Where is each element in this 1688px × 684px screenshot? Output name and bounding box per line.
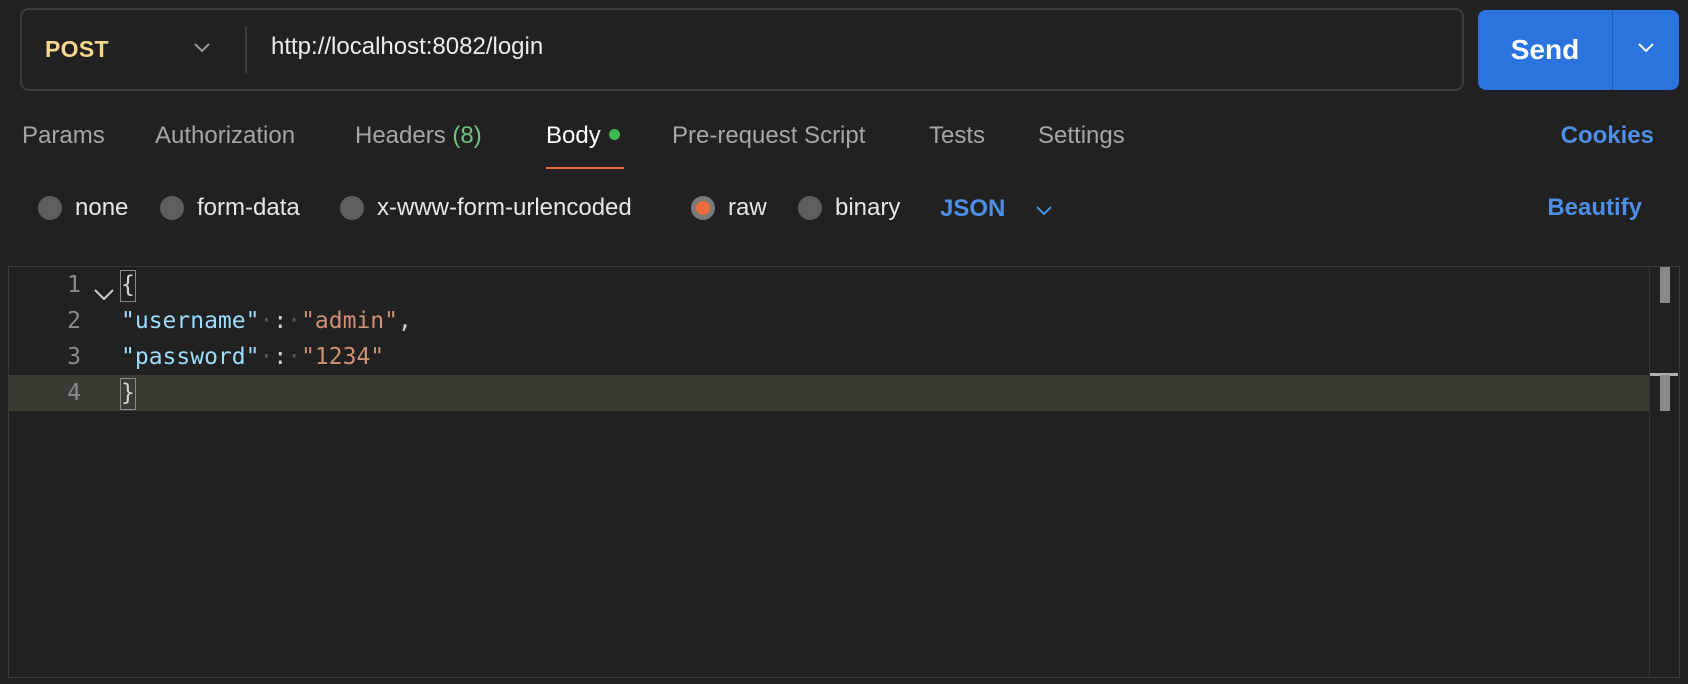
scrollbar-marker bbox=[1660, 267, 1670, 303]
tab-tests[interactable]: Tests bbox=[929, 122, 985, 150]
code-text: "username"·:·"admin", bbox=[121, 308, 412, 334]
json-value: "1234" bbox=[301, 344, 385, 370]
tab-prerequest-script[interactable]: Pre-request Script bbox=[672, 122, 865, 150]
json-key: "password" bbox=[121, 344, 260, 370]
tab-body-label: Body bbox=[546, 122, 601, 149]
body-type-selector: none form-data x-www-form-urlencoded raw… bbox=[0, 186, 1688, 234]
format-label: JSON bbox=[940, 195, 1006, 222]
radio-label: raw bbox=[728, 194, 767, 221]
request-bar: POST bbox=[20, 8, 1464, 91]
radio-label: x-www-form-urlencoded bbox=[377, 194, 632, 221]
code-text: "password"·:·"1234" bbox=[121, 344, 385, 370]
line-number: 1 bbox=[67, 272, 81, 298]
chevron-down-icon bbox=[193, 41, 211, 59]
send-button-group: Send bbox=[1478, 10, 1679, 90]
tab-headers-label: Headers bbox=[355, 122, 446, 149]
close-brace: } bbox=[120, 377, 136, 410]
tab-headers[interactable]: Headers (8) bbox=[355, 122, 482, 150]
json-value: "admin" bbox=[301, 308, 398, 334]
radio-binary[interactable]: binary bbox=[798, 194, 900, 222]
open-brace: { bbox=[120, 269, 136, 302]
code-editor[interactable]: 1 { 2 "username"·:·"admin", 3 "password"… bbox=[8, 266, 1680, 678]
send-options-button[interactable] bbox=[1613, 10, 1679, 90]
url-input[interactable] bbox=[247, 10, 1462, 89]
method-select[interactable]: POST bbox=[22, 10, 245, 89]
radio-button[interactable] bbox=[38, 196, 62, 220]
radio-button[interactable] bbox=[340, 196, 364, 220]
radio-label: form-data bbox=[197, 194, 300, 221]
scrollbar-marker bbox=[1660, 375, 1670, 411]
radio-button-checked[interactable] bbox=[691, 196, 715, 220]
body-indicator-dot bbox=[608, 129, 620, 141]
editor-line: 1 { bbox=[9, 267, 1649, 303]
tab-body[interactable]: Body bbox=[546, 122, 620, 150]
beautify-button[interactable]: Beautify bbox=[1547, 194, 1642, 222]
radio-raw[interactable]: raw bbox=[691, 194, 767, 222]
radio-label: binary bbox=[835, 194, 901, 221]
line-number: 3 bbox=[67, 344, 81, 370]
radio-button[interactable] bbox=[160, 196, 184, 220]
cookies-link[interactable]: Cookies bbox=[1561, 122, 1654, 150]
code-text: { bbox=[120, 267, 136, 303]
line-number: 2 bbox=[67, 308, 81, 334]
line-number: 4 bbox=[67, 380, 81, 406]
code-text: } bbox=[120, 375, 136, 411]
request-tabs: Params Authorization Headers (8) Body Pr… bbox=[0, 108, 1688, 172]
format-select[interactable]: JSON bbox=[940, 194, 1053, 224]
send-button[interactable]: Send bbox=[1478, 10, 1612, 90]
editor-line: 2 "username"·:·"admin", bbox=[9, 303, 1649, 339]
tab-settings[interactable]: Settings bbox=[1038, 122, 1125, 150]
editor-scrollbar[interactable] bbox=[1649, 267, 1680, 677]
radio-urlencoded[interactable]: x-www-form-urlencoded bbox=[340, 194, 632, 222]
tab-params[interactable]: Params bbox=[22, 122, 105, 150]
json-key: "username" bbox=[121, 308, 260, 334]
radio-button[interactable] bbox=[798, 196, 822, 220]
chevron-down-icon bbox=[1035, 196, 1053, 224]
active-tab-underline bbox=[546, 167, 624, 169]
radio-form-data[interactable]: form-data bbox=[160, 194, 300, 222]
editor-line-current: 4 } bbox=[9, 375, 1649, 411]
tab-authorization[interactable]: Authorization bbox=[155, 122, 295, 150]
method-label: POST bbox=[45, 36, 109, 62]
editor-line: 3 "password"·:·"1234" bbox=[9, 339, 1649, 375]
radio-none[interactable]: none bbox=[38, 194, 128, 222]
chevron-down-icon bbox=[1637, 41, 1655, 59]
radio-label: none bbox=[75, 194, 129, 221]
headers-count-badge: (8) bbox=[452, 122, 482, 149]
